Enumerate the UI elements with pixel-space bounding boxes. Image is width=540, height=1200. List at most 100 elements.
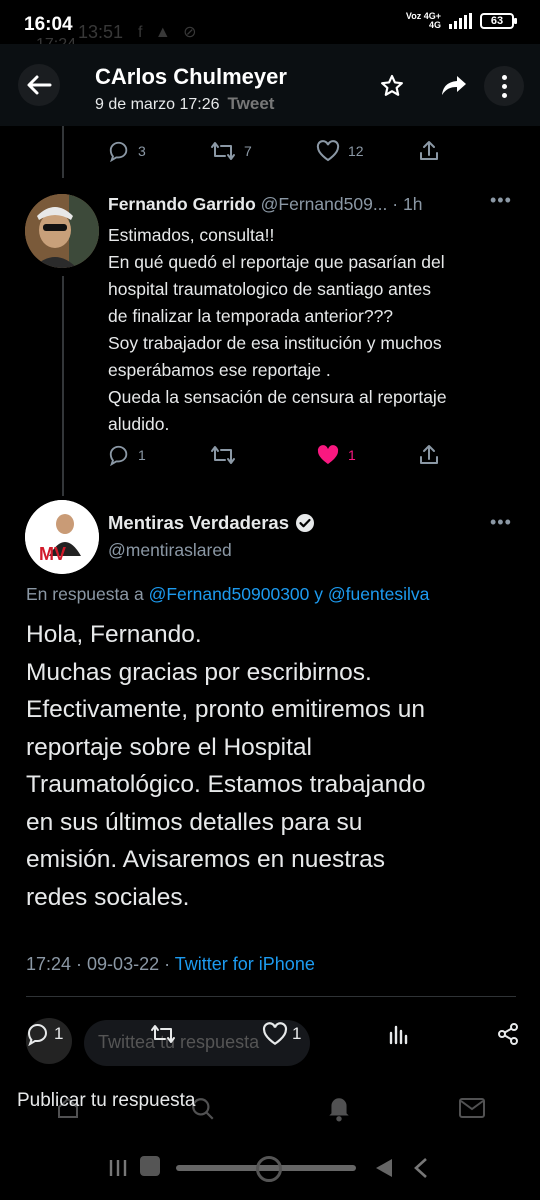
header-title: CArlos Chulmeyer	[95, 64, 287, 89]
share-button[interactable]	[438, 70, 470, 102]
more-dot	[501, 92, 507, 98]
tweet-line: Estimados, consulta!!	[108, 225, 275, 245]
status-indicators: Voz 4G+ 4G 63	[406, 12, 517, 30]
reply-context: En respuesta a @Fernand50900300 y @fuent…	[26, 584, 429, 605]
favorite-button[interactable]	[376, 70, 408, 102]
reply-icon	[109, 141, 128, 162]
battery-icon: 63	[480, 13, 517, 29]
retweet-icon	[211, 142, 235, 160]
reply-count: 1	[138, 447, 146, 463]
avatar-fernando[interactable]	[25, 194, 99, 268]
share-tweet-button[interactable]	[418, 140, 440, 162]
reply-count: 3	[138, 143, 146, 159]
star-icon	[381, 74, 403, 96]
like-count: 12	[348, 143, 364, 159]
avatar-fernando-image	[25, 194, 99, 268]
publish-reply-label[interactable]: Publicar tu respuesta	[17, 1090, 196, 1112]
tweet-line: Traumatológico. Estamos trabajando	[26, 771, 426, 798]
author-name[interactable]: Mentiras Verdaderas	[108, 512, 289, 534]
reply-count: 1	[54, 1024, 64, 1043]
messages-icon[interactable]	[458, 1096, 486, 1120]
avatar-logo: MV	[25, 500, 99, 574]
analytics-button[interactable]	[388, 1023, 410, 1045]
verified-badge-icon	[295, 514, 314, 532]
ghost-time: 13:51	[78, 22, 124, 42]
heart-filled-icon	[317, 445, 339, 464]
thread-line-bottom	[62, 276, 64, 496]
tweet-line: aludido.	[108, 414, 170, 434]
reply-and: y	[314, 584, 324, 604]
system-navigation-bar	[0, 1148, 540, 1200]
retweet-button[interactable]: 7	[210, 140, 316, 162]
reply-prefix: En respuesta a	[26, 584, 144, 604]
reply-button[interactable]: 1	[108, 444, 210, 466]
home-circle-icon[interactable]	[256, 1156, 282, 1182]
network-bottom: 4G	[428, 20, 441, 30]
tweet-line: hospital traumatologico de santiago ante…	[108, 279, 431, 299]
share-up-icon	[420, 445, 438, 464]
recent-apps-icon[interactable]	[108, 1158, 130, 1178]
back-chevron-icon[interactable]	[412, 1156, 430, 1180]
heart-icon	[262, 1022, 288, 1046]
tweet-line: Hola, Fernando.	[26, 621, 202, 648]
more-vertical-icon	[501, 74, 507, 80]
author-name[interactable]: Fernando Garrido	[108, 194, 256, 214]
tweet-line: emisión. Avisaremos en nuestras	[26, 846, 386, 873]
share-tweet-button[interactable]	[418, 444, 440, 466]
tweet-line: redes sociales.	[26, 883, 190, 911]
mention-link[interactable]: @fuentesilva	[328, 584, 429, 604]
share-nodes-icon	[498, 1023, 518, 1045]
square-icon[interactable]	[140, 1156, 160, 1176]
author-handle[interactable]: @mentiraslared	[108, 540, 232, 561]
notifications-icon[interactable]	[326, 1094, 352, 1122]
share-up-icon	[420, 141, 438, 160]
main-tweet-text: Hola, Fernando. Muchas gracias por escri…	[26, 616, 425, 916]
reply-button[interactable]: 3	[108, 140, 210, 162]
mention-link[interactable]: @Fernand50900300	[149, 584, 310, 604]
ghost-notification-icons: f ▲ ⊘	[138, 24, 201, 41]
author-handle[interactable]: @Fernand509...	[261, 194, 388, 214]
tweet-line: Queda la sensación de censura al reporta…	[108, 387, 447, 407]
avatar-mentiras-verdaderas[interactable]: MV	[25, 500, 99, 574]
tweet-line: Muchas gracias por escribirnos.	[26, 658, 372, 686]
retweet-button[interactable]	[150, 1022, 176, 1046]
tweet-menu-icon[interactable]: •••	[490, 512, 512, 533]
like-count: 1	[348, 447, 356, 463]
tweet-line: Efectivamente, pronto emitiremos un	[26, 696, 425, 723]
tweet-line: En qué quedó el reportaje que pasarían d…	[108, 252, 445, 272]
avatar-logo-text: MV	[39, 544, 66, 564]
tweet-timestamp: 17:24 · 09-03-22 ·	[26, 954, 171, 974]
reply-icon	[109, 445, 128, 466]
back-arrow-icon	[27, 75, 52, 95]
heart-icon	[316, 140, 340, 162]
network-label: Voz 4G+ 4G	[406, 12, 441, 30]
header-date: 9 de marzo 17:26	[95, 96, 220, 113]
retweet-icon	[150, 1025, 175, 1043]
share-icon	[442, 76, 466, 95]
divider	[26, 996, 516, 997]
tweet-meta: 17:24 · 09-03-22 · Twitter for iPhone	[26, 954, 315, 975]
back-triangle-icon[interactable]	[372, 1156, 394, 1180]
back-button[interactable]	[18, 64, 60, 106]
retweet-count: 7	[244, 143, 252, 159]
more-dot	[501, 83, 507, 89]
more-options-button[interactable]	[484, 66, 524, 106]
tweet-menu-icon[interactable]: •••	[490, 190, 512, 211]
retweet-icon	[211, 446, 235, 464]
like-button[interactable]: 1	[316, 444, 418, 466]
tweet-line: esperábamos ese reportaje .	[108, 360, 331, 380]
reply-button[interactable]: 1	[26, 1022, 63, 1046]
like-count: 1	[292, 1024, 302, 1043]
tweet-line: de finalizar la temporada anterior???	[108, 306, 394, 326]
retweet-button[interactable]	[210, 444, 316, 466]
share-tweet-button[interactable]	[496, 1022, 520, 1046]
reply-icon	[27, 1023, 48, 1046]
tweet-source-link[interactable]: Twitter for iPhone	[175, 954, 315, 974]
status-bar: 16:04 13:51 f ▲ ⊘ 17:24 Voz 4G+ 4G 63	[0, 0, 540, 53]
analytics-icon	[389, 1025, 407, 1045]
tweet-line: Soy trabajador de esa institución y much…	[108, 333, 442, 353]
like-button[interactable]: 12	[316, 140, 418, 162]
signal-icon	[449, 13, 472, 29]
like-button[interactable]: 1	[262, 1022, 301, 1046]
tweet-header: CArlos Chulmeyer 9 de marzo 17:26 Tweet	[0, 44, 540, 126]
